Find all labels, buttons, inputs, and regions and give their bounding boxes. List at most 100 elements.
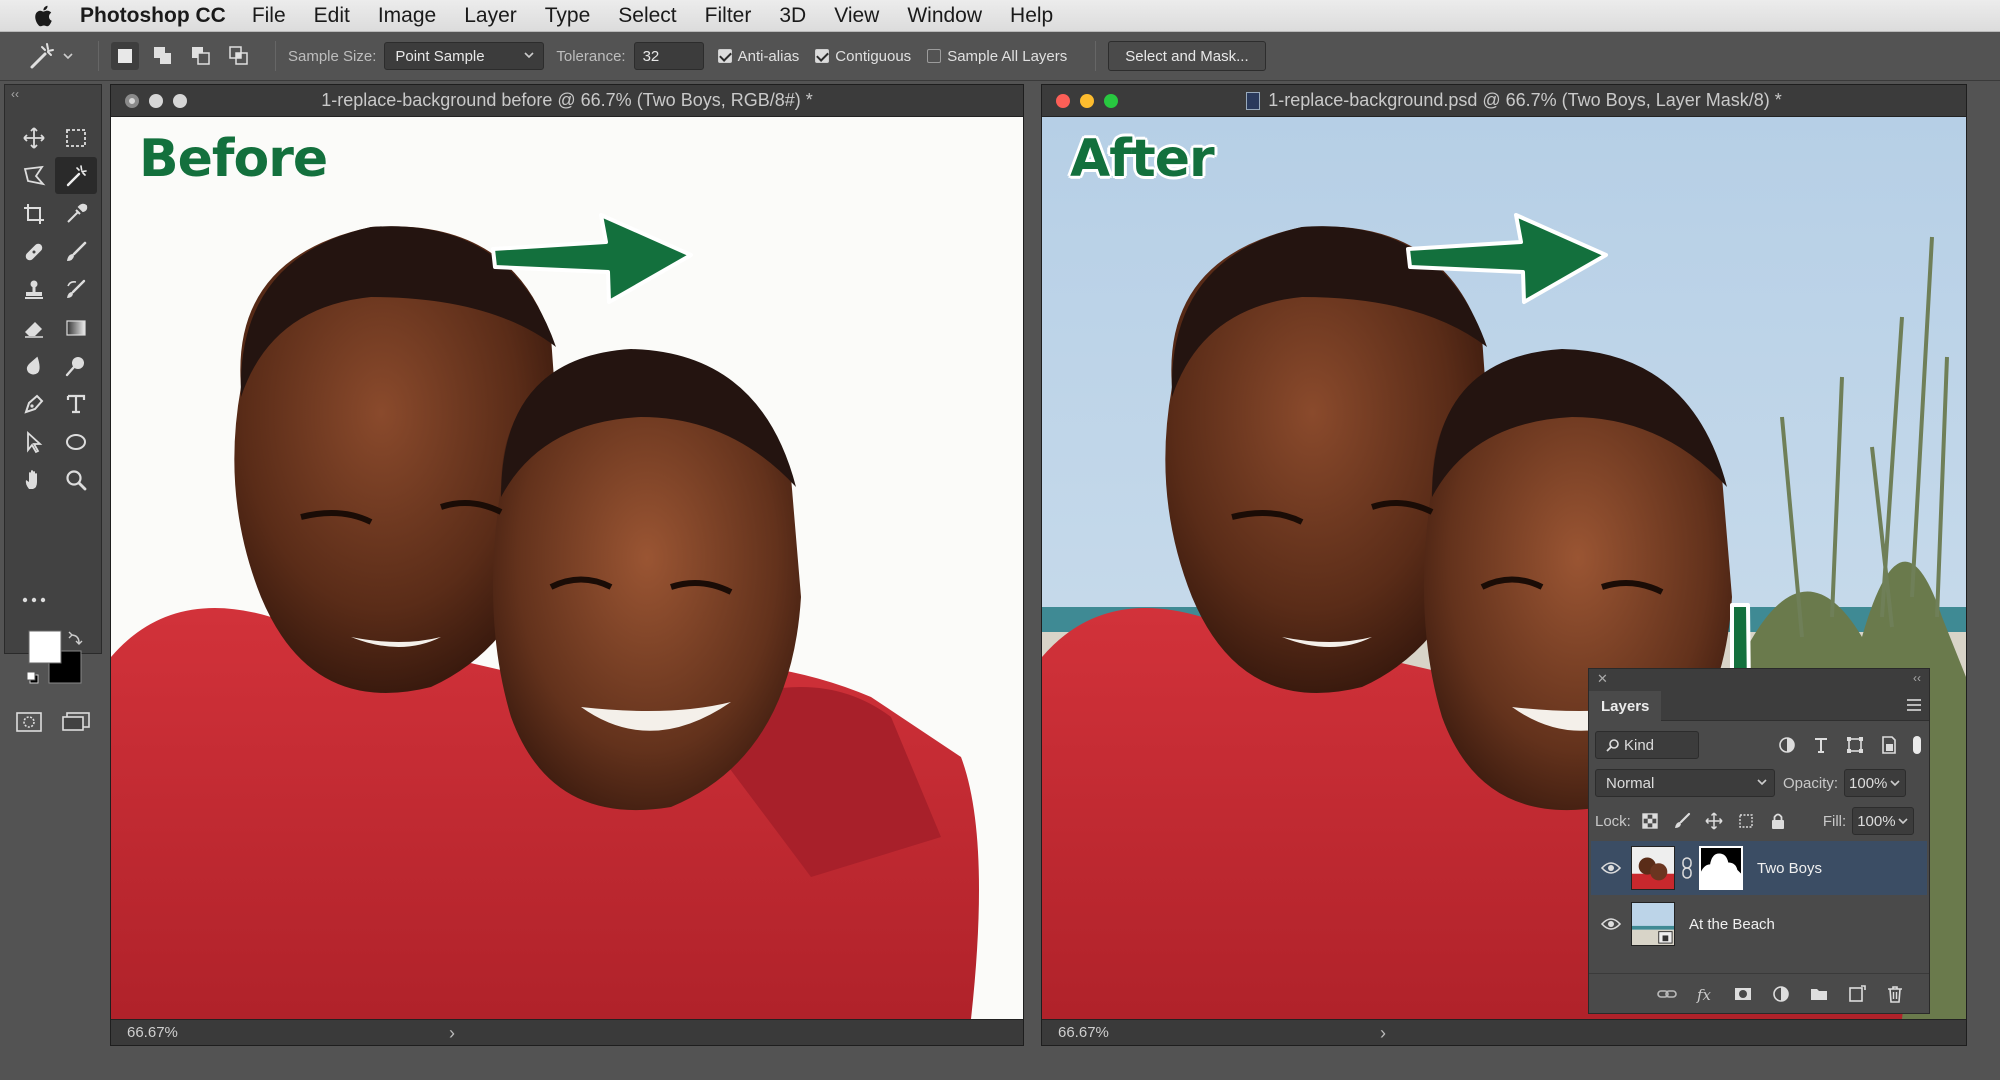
blend-mode-select[interactable]: Normal <box>1595 769 1775 797</box>
trash-delete-icon[interactable] <box>1885 984 1905 1004</box>
chain-link-icon[interactable] <box>1678 856 1696 880</box>
menu-type[interactable]: Type <box>545 4 591 28</box>
type-filter-icon[interactable] <box>1811 735 1831 755</box>
lock-pixels-brush-icon[interactable] <box>1673 812 1691 830</box>
menu-layer[interactable]: Layer <box>464 4 517 28</box>
tolerance-value: 32 <box>642 47 660 65</box>
ellipse-tool[interactable] <box>55 423 97 460</box>
dodge-tool[interactable] <box>55 347 97 384</box>
layer-row-at-the-beach[interactable]: At the Beach <box>1591 897 1927 951</box>
gradient-tool[interactable] <box>55 309 97 346</box>
adjustment-filter-icon[interactable] <box>1777 735 1797 755</box>
path-selection-tool[interactable] <box>13 423 55 460</box>
healing-brush-tool[interactable] <box>13 233 55 270</box>
menu-filter[interactable]: Filter <box>705 4 752 28</box>
sample-all-layers-checkbox[interactable]: Sample All Layers <box>927 48 1067 65</box>
new-layer-icon[interactable] <box>1847 984 1867 1004</box>
layer-thumbnail[interactable] <box>1631 902 1675 946</box>
type-tool[interactable] <box>55 385 97 422</box>
magic-wand-tool[interactable] <box>55 157 97 194</box>
menu-select[interactable]: Select <box>618 4 676 28</box>
image-canvas-before[interactable]: Before <box>111 117 1023 1019</box>
quick-mask-icon[interactable] <box>15 711 45 738</box>
layer-effects-fx-icon[interactable]: fx <box>1695 984 1715 1004</box>
panel-tabs: Layers <box>1589 691 1929 721</box>
clone-stamp-tool[interactable] <box>13 271 55 308</box>
app-name[interactable]: Photoshop CC <box>80 4 226 28</box>
zoom-level[interactable]: 66.67% <box>1058 1024 1109 1041</box>
kind-filter-select[interactable]: Kind <box>1595 731 1699 759</box>
divider <box>1095 41 1097 71</box>
new-group-folder-icon[interactable] <box>1809 984 1829 1004</box>
screen-mode-icon[interactable] <box>61 711 91 738</box>
lock-position-move-icon[interactable] <box>1705 812 1723 830</box>
zoom-level[interactable]: 66.67% <box>127 1024 178 1041</box>
intersect-selection-mode-button[interactable] <box>225 42 253 70</box>
menu-help[interactable]: Help <box>1010 4 1053 28</box>
kind-label: Kind <box>1624 736 1655 754</box>
collapse-panel-icon[interactable]: ‹‹ <box>1913 671 1921 685</box>
opacity-input[interactable]: 100% <box>1844 769 1907 797</box>
history-brush-tool[interactable] <box>55 271 97 308</box>
menu-view[interactable]: View <box>834 4 879 28</box>
link-layers-icon[interactable] <box>1657 984 1677 1004</box>
new-selection-icon <box>118 49 132 63</box>
hand-tool[interactable] <box>13 461 55 498</box>
tolerance-input[interactable]: 32 <box>633 42 704 70</box>
lock-transparent-icon[interactable] <box>1641 812 1659 830</box>
menu-image[interactable]: Image <box>378 4 436 28</box>
shape-filter-icon[interactable] <box>1845 735 1865 755</box>
visibility-eye-icon[interactable] <box>1591 917 1631 931</box>
smart-object-filter-icon[interactable] <box>1879 735 1899 755</box>
menu-file[interactable]: File <box>252 4 286 28</box>
fill-value: 100% <box>1857 812 1896 830</box>
apple-icon[interactable] <box>26 0 62 32</box>
opacity-value: 100% <box>1849 774 1888 792</box>
menu-edit[interactable]: Edit <box>314 4 350 28</box>
eraser-tool[interactable] <box>13 309 55 346</box>
menu-3d[interactable]: 3D <box>779 4 806 28</box>
move-tool[interactable] <box>13 119 55 156</box>
sample-size-select[interactable]: Point Sample <box>384 42 545 70</box>
adjustment-layer-icon[interactable] <box>1771 984 1791 1004</box>
lasso-tool[interactable] <box>13 157 55 194</box>
menu-window[interactable]: Window <box>907 4 982 28</box>
eyedropper-tool[interactable] <box>55 195 97 232</box>
fill-input[interactable]: 100% <box>1852 807 1915 835</box>
status-menu-arrow-icon[interactable]: › <box>1380 1023 1386 1044</box>
panel-menu-icon[interactable] <box>1907 699 1921 711</box>
add-selection-mode-button[interactable] <box>149 42 177 70</box>
blur-tool[interactable] <box>13 347 55 384</box>
subtract-selection-mode-button[interactable] <box>187 42 215 70</box>
layer-mask-thumbnail[interactable] <box>1699 846 1743 890</box>
document-title-bar[interactable]: 1-replace-background before @ 66.7% (Two… <box>111 85 1023 117</box>
visibility-eye-icon[interactable] <box>1591 861 1631 875</box>
brush-tool[interactable] <box>55 233 97 270</box>
pen-tool[interactable] <box>13 385 55 422</box>
select-and-mask-button[interactable]: Select and Mask... <box>1108 41 1266 71</box>
document-title-bar[interactable]: 1-replace-background.psd @ 66.7% (Two Bo… <box>1042 85 1966 117</box>
foreground-background-colors[interactable] <box>27 629 87 699</box>
layer-row-two-boys[interactable]: Two Boys <box>1591 841 1927 895</box>
add-mask-icon[interactable] <box>1733 984 1753 1004</box>
document-title-text: 1-replace-background.psd @ 66.7% (Two Bo… <box>1268 90 1782 110</box>
tab-layers[interactable]: Layers <box>1589 691 1662 721</box>
status-menu-arrow-icon[interactable]: › <box>449 1023 455 1044</box>
marquee-tool[interactable] <box>55 119 97 156</box>
new-selection-mode-button[interactable] <box>111 42 139 70</box>
lock-all-icon[interactable] <box>1769 812 1787 830</box>
zoom-tool[interactable] <box>55 461 97 498</box>
collapse-panel-icon[interactable]: ‹‹ <box>11 87 19 101</box>
anti-alias-checkbox[interactable]: Anti-alias <box>717 48 799 65</box>
move-icon <box>23 126 45 149</box>
lock-artboard-icon[interactable] <box>1737 812 1755 830</box>
crop-tool[interactable] <box>13 195 55 232</box>
sample-size-value: Point Sample <box>395 47 485 65</box>
filter-toggle-switch[interactable] <box>1913 736 1921 754</box>
more-tools-icon[interactable] <box>21 591 49 609</box>
layer-thumbnail[interactable] <box>1631 846 1675 890</box>
document-title: 1-replace-background before @ 66.7% (Two… <box>321 90 813 110</box>
tool-preset-picker[interactable] <box>26 38 86 74</box>
close-panel-icon[interactable]: ✕ <box>1597 671 1608 687</box>
contiguous-checkbox[interactable]: Contiguous <box>815 48 911 65</box>
